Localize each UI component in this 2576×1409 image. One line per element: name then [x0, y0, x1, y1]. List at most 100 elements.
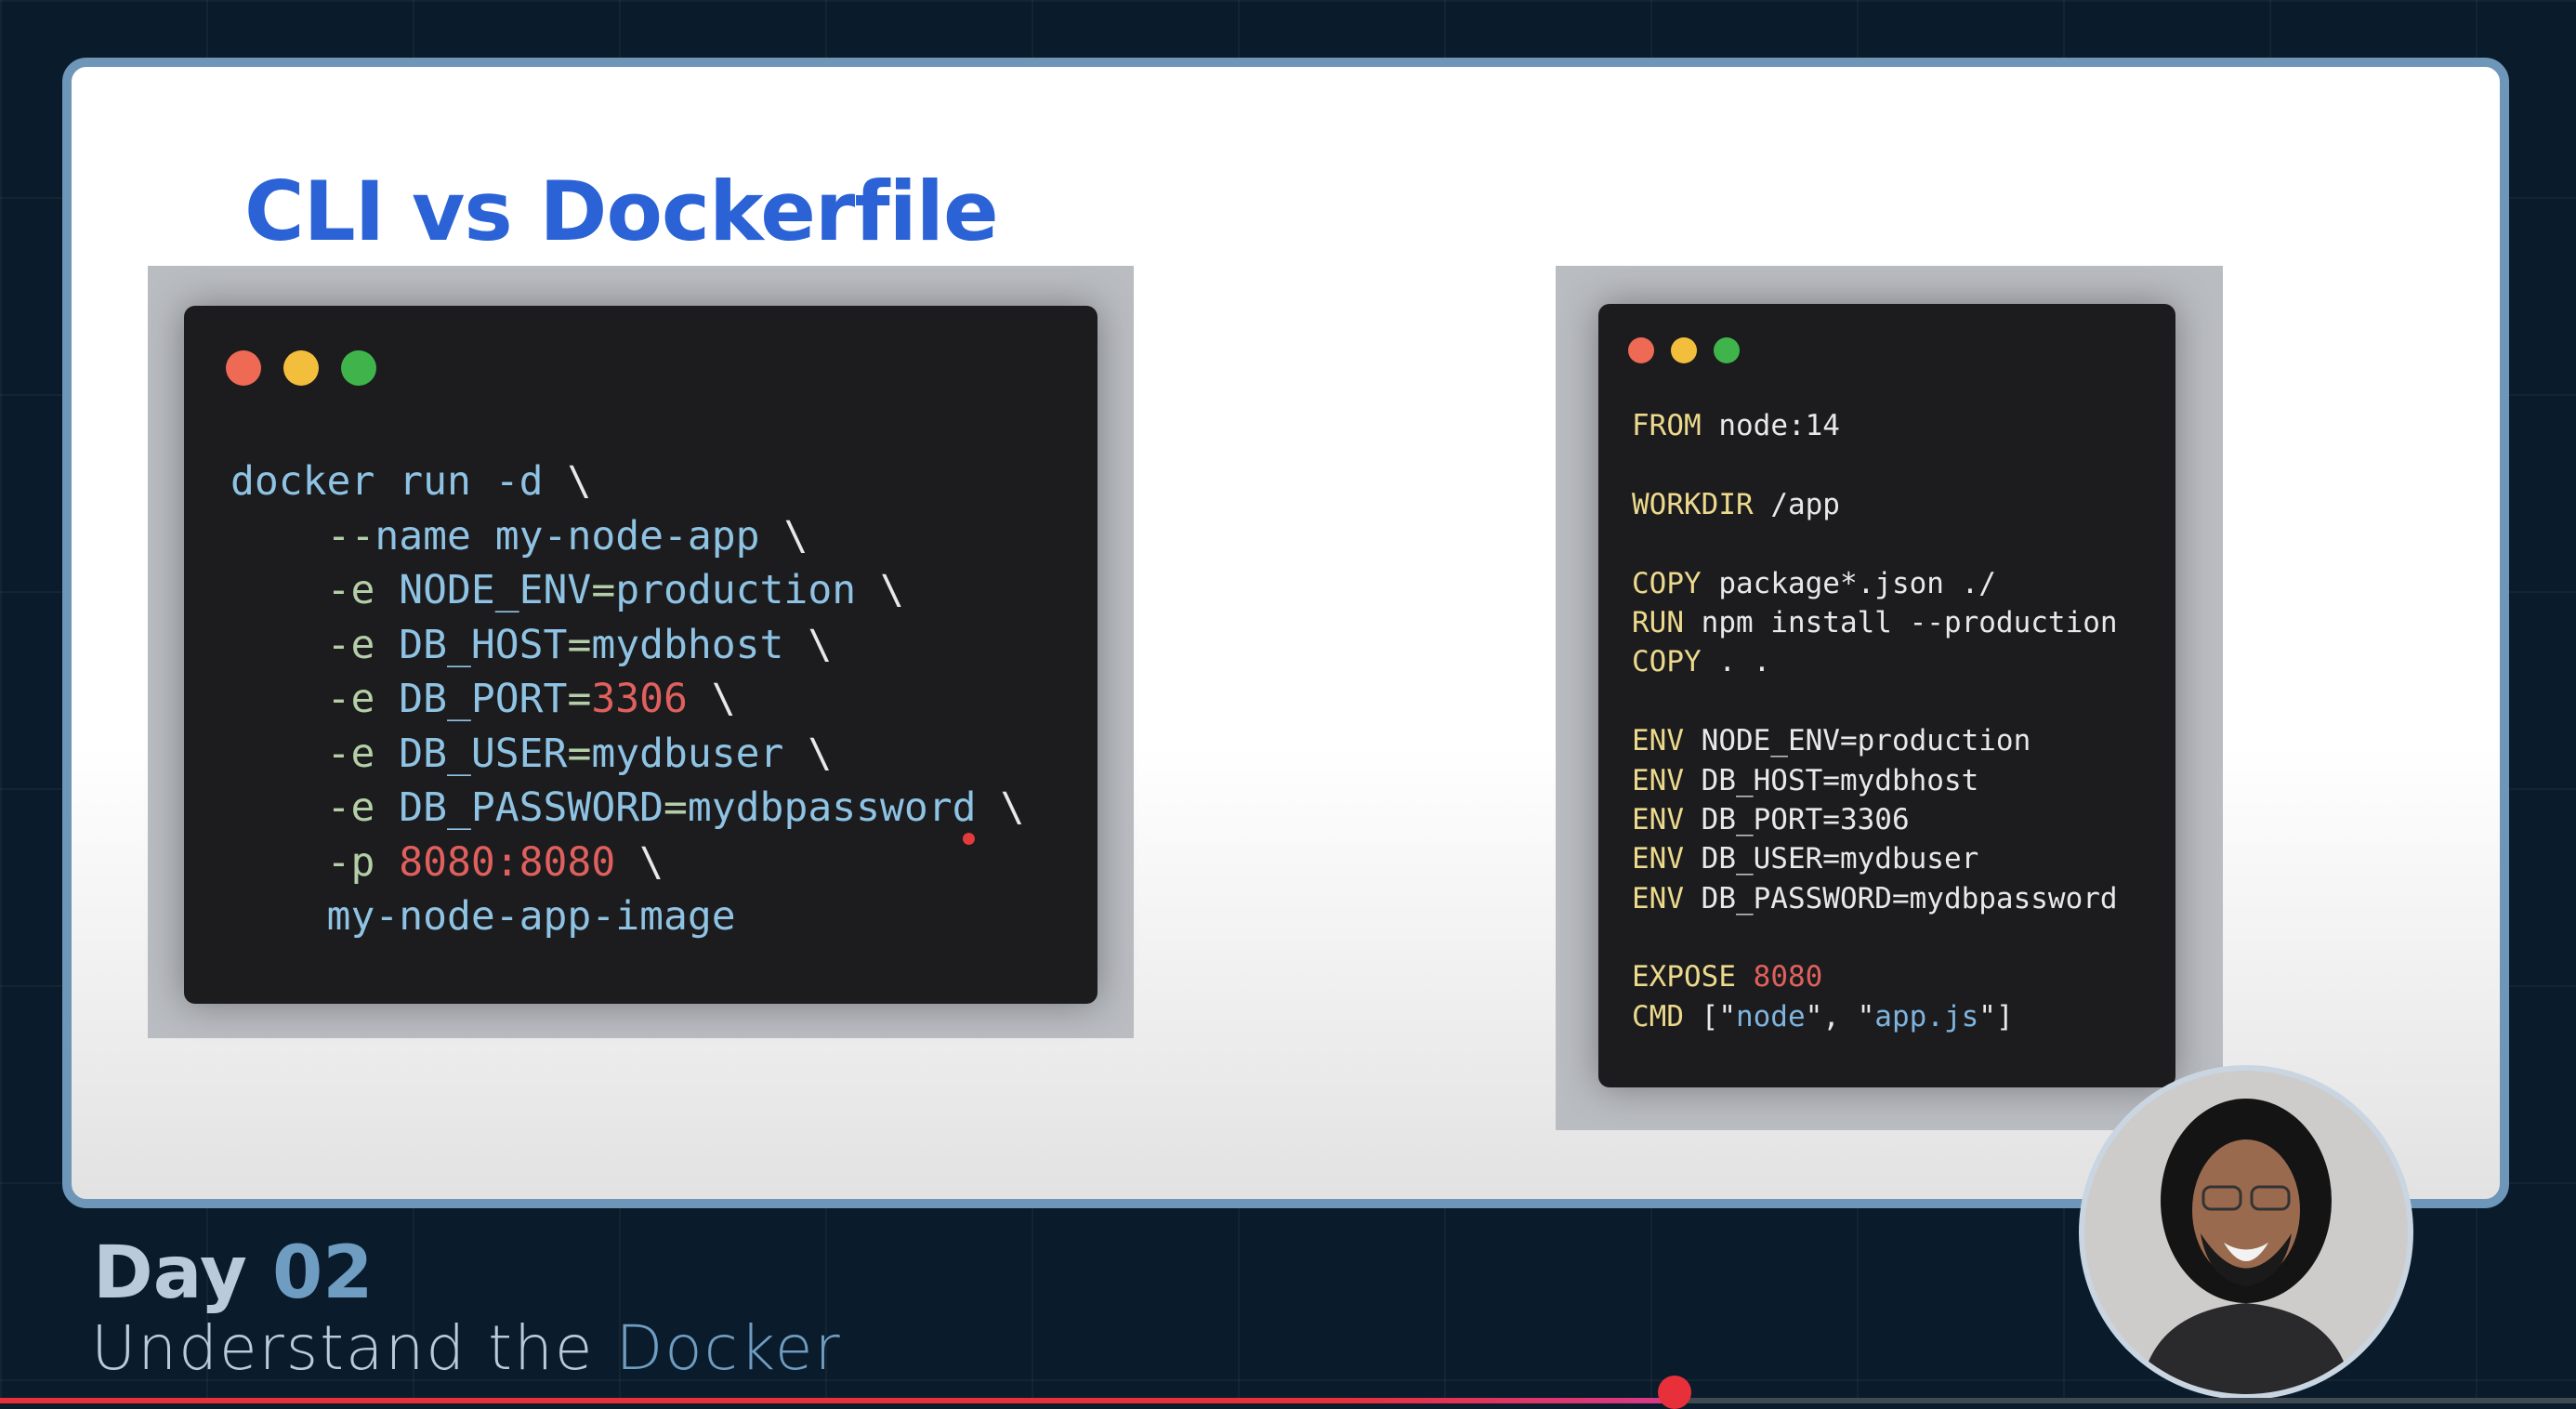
video-progress-bar[interactable]	[0, 1398, 2576, 1403]
code-token-kw: RUN	[1632, 605, 1702, 639]
code-token-kw: FROM	[1632, 409, 1719, 442]
code-token-txt: NODE_ENV=production	[1701, 724, 2031, 758]
code-line: COPY . .	[1632, 642, 2118, 681]
presenter-avatar	[2079, 1065, 2413, 1400]
video-progress-fill	[0, 1398, 1675, 1403]
code-token-val: mydbhost	[591, 621, 808, 668]
code-line: ENV DB_USER=mydbuser	[1632, 839, 2118, 878]
code-token-kw: WORKDIR	[1632, 487, 1771, 521]
code-line: --name my-node-app \	[230, 509, 1024, 564]
day-heading: Day 02	[93, 1231, 374, 1315]
code-token-flag: -e	[230, 567, 400, 613]
code-token-txt: ", "	[1805, 999, 1875, 1034]
code-token-flag: --	[230, 512, 375, 560]
code-token-kw: ENV	[1632, 842, 1702, 876]
code-line: -e DB_PASSWORD=mydbpassword \	[230, 781, 1025, 836]
code-token-num: 3306	[591, 676, 712, 722]
code-token-cmd: docker run -d	[230, 458, 568, 505]
code-token-val: mydbuser	[591, 730, 808, 777]
code-token-bs: \	[639, 838, 664, 886]
code-token-num: 8080	[1753, 960, 1823, 994]
code-token-num: 8080:8080	[399, 838, 640, 886]
cli-code-block: docker run -d \ --name my-node-app \ -e …	[230, 454, 1024, 944]
code-token-flag: =	[591, 567, 616, 613]
code-token-val: production	[615, 567, 880, 613]
code-token-val: NODE_ENV	[399, 567, 592, 613]
code-line: RUN npm install --production	[1632, 603, 2118, 642]
code-line: ENV DB_HOST=mydbhost	[1632, 761, 2118, 800]
dockerfile-terminal-window: FROM node:14 WORKDIR /app COPY package*.js…	[1598, 304, 2175, 1087]
code-token-val: DB_PASSWORD	[399, 784, 664, 831]
code-token-flag: =	[567, 730, 592, 777]
code-line: EXPOSE 8080	[1632, 957, 2118, 996]
code-token-bs: \	[783, 512, 808, 560]
code-token-val: DB_HOST	[399, 621, 568, 668]
code-token-kw: ENV	[1632, 881, 1702, 915]
maximize-dot-icon	[1714, 337, 1740, 363]
dockerfile-code-block: FROM node:14 WORKDIR /app COPY package*.js…	[1632, 406, 2118, 1036]
code-line: -e DB_PORT=3306 \	[230, 672, 1024, 727]
code-token-val: mydbpassword	[687, 784, 1001, 831]
code-line: WORKDIR /app	[1632, 485, 2118, 524]
slide-title: CLI vs Dockerfile	[244, 164, 999, 259]
code-line: ENV DB_PASSWORD=mydbpassword	[1632, 879, 2118, 918]
code-token-kw: CMD	[1632, 999, 1702, 1034]
code-token-val: DB_USER	[399, 730, 568, 777]
code-line: docker run -d \	[230, 454, 1024, 509]
code-token-str: node	[1735, 999, 1806, 1034]
code-line: -e NODE_ENV=production \	[230, 563, 1024, 618]
code-token-bs: \	[808, 621, 833, 668]
code-token-flag: -e	[230, 676, 400, 722]
subtitle-prefix: Understand the	[91, 1312, 595, 1384]
code-token-kw: COPY	[1632, 566, 1719, 600]
code-token-flag: =	[567, 621, 592, 668]
code-token-kw: ENV	[1632, 724, 1702, 758]
code-line: ENV DB_PORT=3306	[1632, 800, 2118, 839]
code-token-txt: /app	[1770, 487, 1840, 521]
code-token-txt: node:14	[1718, 409, 1840, 442]
code-line: CMD ["node", "app.js"]	[1632, 997, 2118, 1036]
close-dot-icon	[226, 350, 261, 386]
code-token-flag: =	[567, 676, 592, 722]
pointer-cursor-icon	[963, 833, 975, 845]
minimize-dot-icon	[283, 350, 319, 386]
code-token-kw: ENV	[1632, 763, 1702, 797]
minimize-dot-icon	[1671, 337, 1697, 363]
code-token-bs: \	[808, 730, 833, 777]
code-token-txt: DB_PORT=3306	[1701, 802, 1910, 836]
close-dot-icon	[1628, 337, 1654, 363]
code-token-bs: \	[1000, 784, 1025, 831]
day-number: 02	[271, 1231, 374, 1315]
episode-subtitle: Understand the Docker	[91, 1312, 842, 1384]
code-line: -e DB_USER=mydbuser \	[230, 727, 1024, 782]
maximize-dot-icon	[341, 350, 376, 386]
code-token-txt: ["	[1701, 999, 1736, 1034]
code-token-flag: -e	[230, 730, 400, 777]
code-token-txt: DB_PASSWORD=mydbpassword	[1701, 881, 2118, 915]
code-token-bs: \	[880, 567, 904, 613]
cli-terminal-window: docker run -d \ --name my-node-app \ -e …	[184, 306, 1097, 1004]
code-token-kw: COPY	[1632, 645, 1719, 679]
code-token-txt: . .	[1718, 645, 1771, 679]
code-line: COPY package*.json ./	[1632, 564, 2118, 603]
video-scrubber-handle[interactable]	[1657, 1376, 1691, 1409]
code-line: -p 8080:8080 \	[230, 836, 1024, 890]
code-token-flag: -e	[230, 621, 400, 668]
code-line: FROM node:14	[1632, 406, 2118, 445]
code-token-txt: DB_HOST=mydbhost	[1701, 763, 1979, 797]
code-token-kw: ENV	[1632, 802, 1702, 836]
code-token-str: app.js	[1874, 999, 1979, 1034]
dockerfile-panel: FROM node:14 WORKDIR /app COPY package*.js…	[1556, 266, 2223, 1130]
presenter-photo-icon	[2084, 1071, 2408, 1394]
code-token-txt: npm install --production	[1701, 605, 2118, 639]
code-token-kw: EXPOSE	[1632, 960, 1754, 994]
code-token-val: DB_PORT	[399, 676, 568, 722]
code-token-txt: DB_USER=mydbuser	[1701, 842, 1979, 876]
code-token-flag: -e	[230, 784, 400, 831]
code-token-txt: package*.json ./	[1718, 566, 1996, 600]
subtitle-highlight: Docker	[615, 1312, 842, 1384]
